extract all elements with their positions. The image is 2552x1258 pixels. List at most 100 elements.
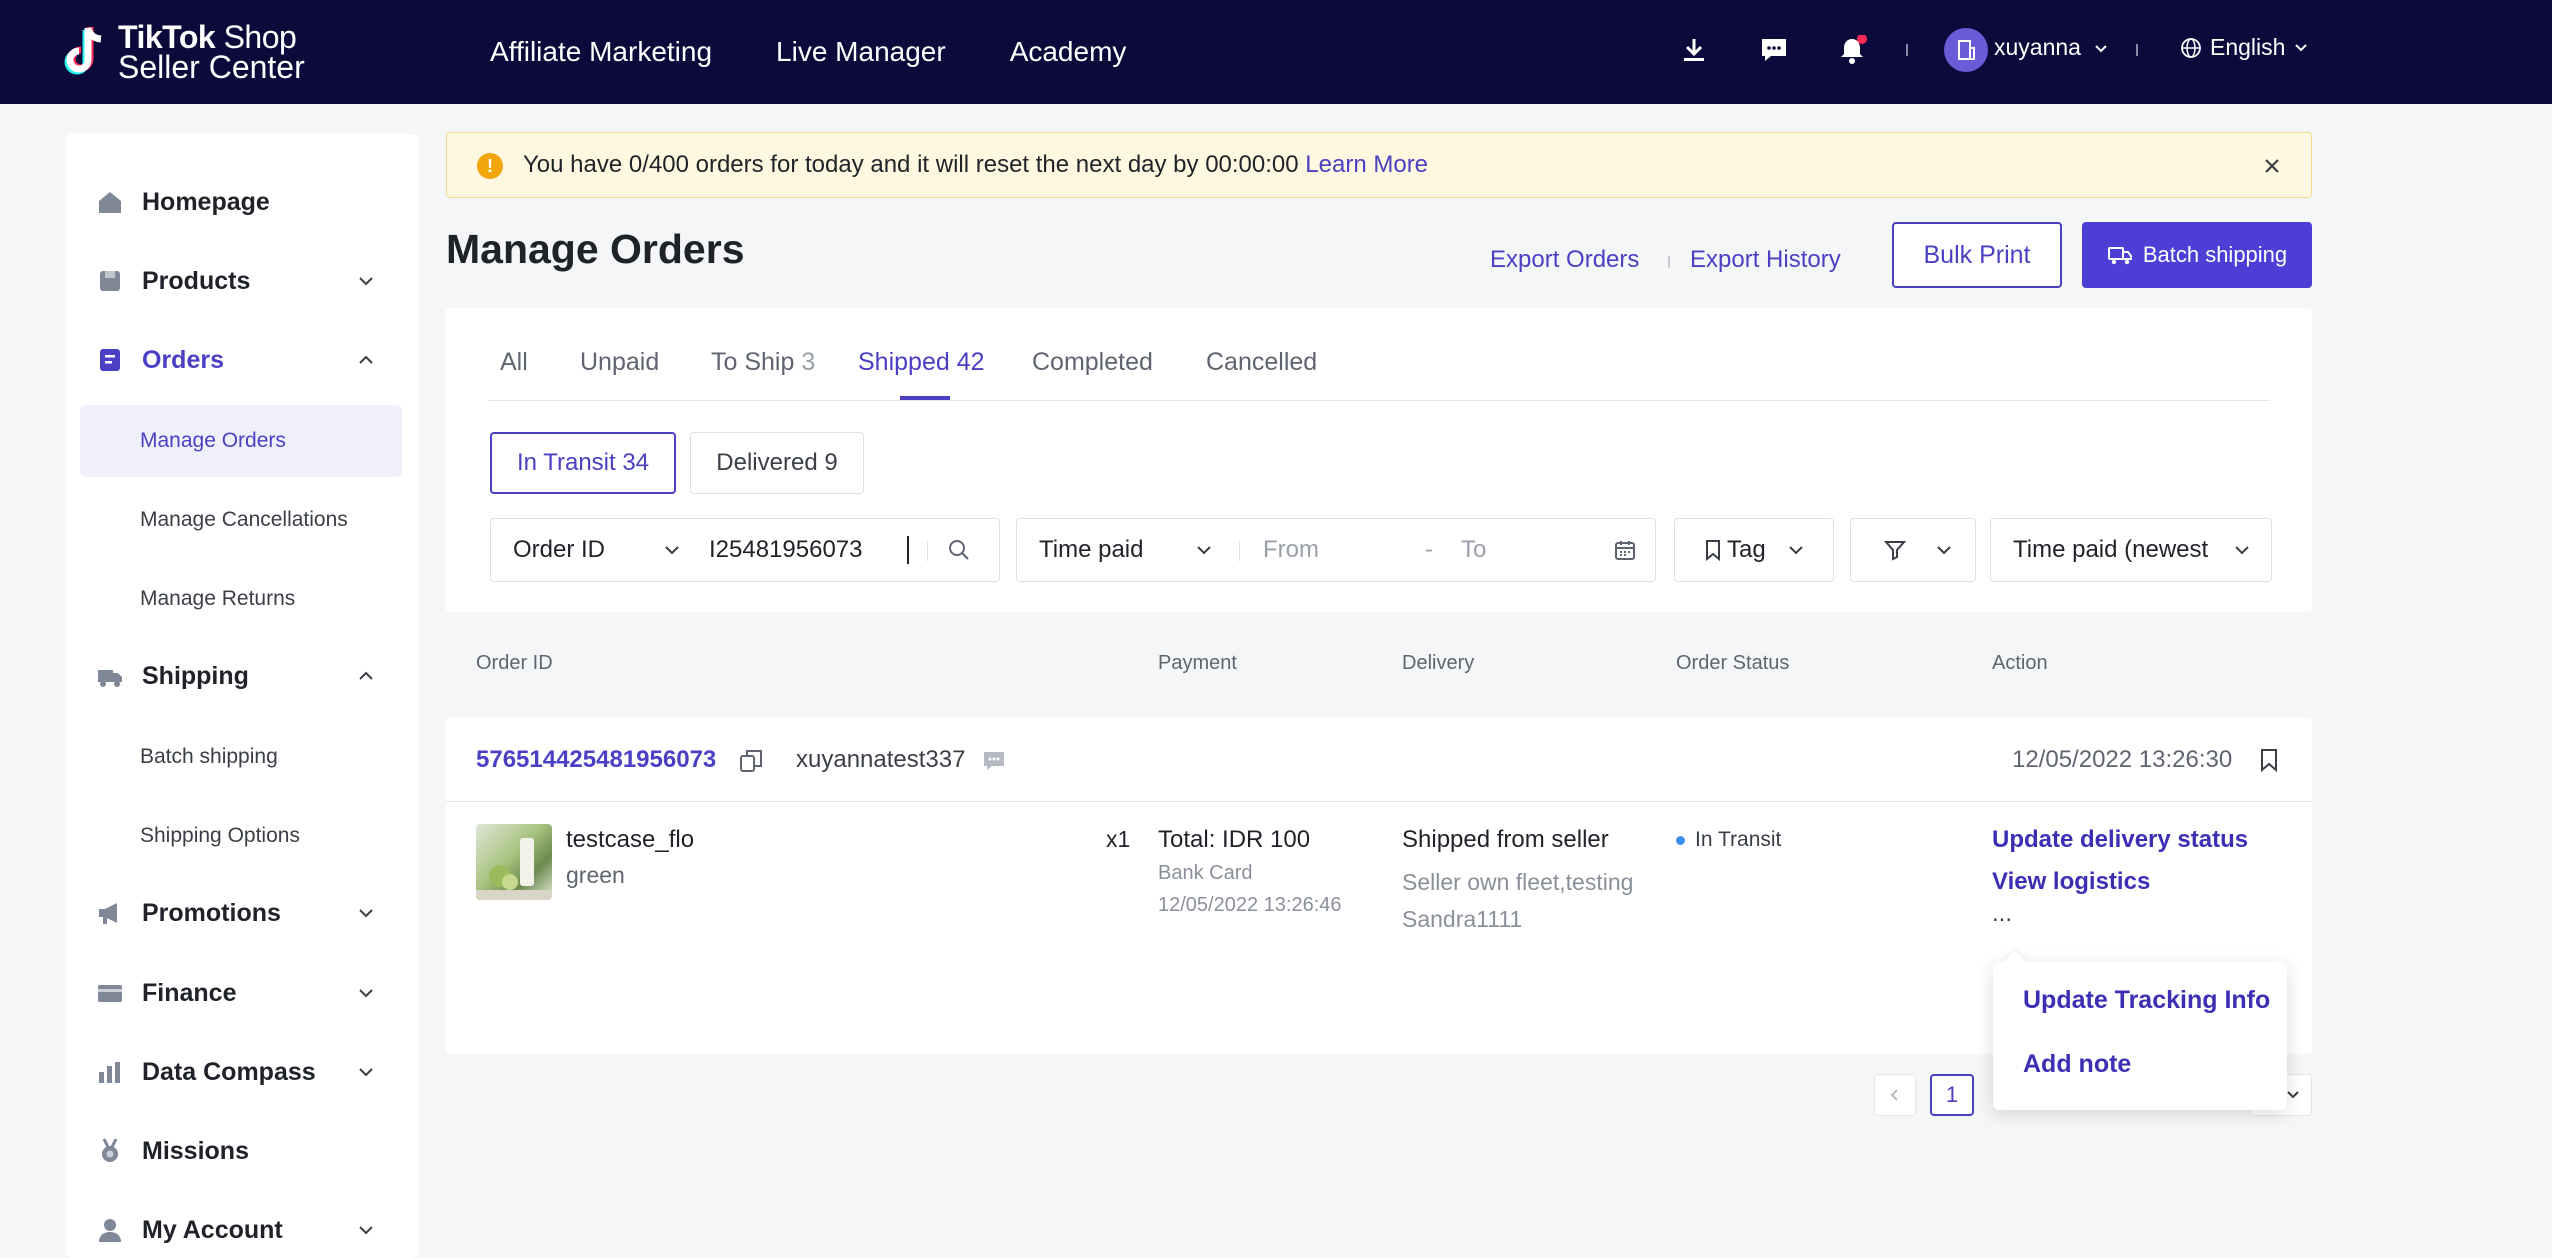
tab-label: Completed bbox=[1032, 348, 1153, 376]
tab-label: All bbox=[500, 348, 528, 376]
orders-table-header: Order ID Payment Delivery Order Status A… bbox=[446, 636, 2312, 692]
tag-filter[interactable]: Tag bbox=[1674, 518, 1834, 582]
divider bbox=[2136, 44, 2138, 56]
product-name[interactable]: testcase_flo bbox=[566, 826, 694, 854]
tab-count: 42 bbox=[956, 348, 985, 376]
search-type-value: Order ID bbox=[513, 536, 606, 563]
sidebar-subitem-label: Manage Orders bbox=[140, 429, 286, 452]
building-icon bbox=[1958, 40, 1975, 60]
sidebar-subitem-batch-shipping[interactable]: Batch shipping bbox=[80, 721, 402, 793]
tab-unpaid[interactable]: Unpaid bbox=[580, 348, 659, 377]
chevron-down-icon bbox=[359, 909, 373, 918]
more-actions-button[interactable]: ... bbox=[1992, 900, 2012, 928]
chat-icon[interactable] bbox=[982, 750, 1006, 772]
chevron-down-icon bbox=[359, 277, 373, 286]
calendar-icon[interactable] bbox=[1613, 538, 1637, 562]
nav-affiliate-marketing[interactable]: Affiliate Marketing bbox=[490, 36, 712, 68]
sidebar-item-my-account[interactable]: My Account bbox=[66, 1198, 418, 1258]
close-icon[interactable] bbox=[2259, 153, 2285, 179]
download-icon[interactable] bbox=[1674, 30, 1714, 70]
search-icon[interactable] bbox=[947, 538, 971, 562]
tab-completed[interactable]: Completed bbox=[1032, 348, 1153, 377]
bulk-print-button[interactable]: Bulk Print bbox=[1892, 222, 2062, 288]
sidebar-subitem-manage-cancellations[interactable]: Manage Cancellations bbox=[80, 484, 402, 556]
learn-more-link[interactable]: Learn More bbox=[1305, 151, 1428, 178]
sidebar-item-shipping[interactable]: Shipping bbox=[66, 644, 418, 708]
medal-icon bbox=[102, 1138, 118, 1162]
date-to-input[interactable]: To bbox=[1461, 536, 1486, 564]
chevron-down-icon bbox=[1789, 546, 1803, 555]
sidebar-item-orders[interactable]: Orders bbox=[66, 328, 418, 392]
home-icon bbox=[99, 192, 121, 213]
tab-shipped[interactable]: Shipped 42 bbox=[858, 348, 985, 377]
status-dot bbox=[1676, 835, 1685, 845]
sidebar-item-products[interactable]: Products bbox=[66, 249, 418, 313]
sidebar-subitem-manage-orders[interactable]: Manage Orders bbox=[80, 405, 402, 477]
column-header: Payment bbox=[1158, 652, 1237, 674]
sidebar-item-promotions[interactable]: Promotions bbox=[66, 881, 418, 945]
tab-cancelled[interactable]: Cancelled bbox=[1206, 348, 1317, 377]
divider bbox=[1668, 256, 1670, 268]
truck-icon bbox=[98, 670, 122, 687]
time-type-select[interactable]: Time paid bbox=[1039, 536, 1143, 564]
subtab-delivered[interactable]: Delivered 9 bbox=[690, 432, 864, 494]
order-id-link[interactable]: 576514425481956073 bbox=[476, 746, 716, 774]
menu-item-update-tracking-info[interactable]: Update Tracking Info bbox=[2023, 986, 2270, 1015]
pagination-page[interactable]: 1 bbox=[1930, 1074, 1974, 1116]
person-icon bbox=[99, 1219, 121, 1242]
sidebar-item-label: Finance bbox=[142, 978, 237, 1007]
payment-method: Bank Card bbox=[1158, 862, 1253, 884]
nav-live-manager[interactable]: Live Manager bbox=[776, 36, 946, 68]
divider bbox=[1239, 541, 1240, 561]
pagination-prev[interactable] bbox=[1874, 1074, 1916, 1116]
menu-item-add-note[interactable]: Add note bbox=[2023, 1050, 2131, 1079]
search-input[interactable]: I25481956073 bbox=[709, 536, 909, 564]
divider bbox=[1906, 44, 1908, 56]
sidebar-item-missions[interactable]: Missions bbox=[66, 1119, 418, 1183]
product-thumbnail[interactable] bbox=[476, 824, 552, 900]
bookmark-icon[interactable] bbox=[2258, 748, 2280, 772]
date-from-input[interactable]: From bbox=[1263, 536, 1319, 564]
tab-to-ship[interactable]: To Ship 3 bbox=[711, 348, 815, 377]
tag-label: Tag bbox=[1727, 536, 1766, 563]
view-logistics-link[interactable]: View logistics bbox=[1992, 868, 2150, 896]
export-history-link[interactable]: Export History bbox=[1690, 246, 1841, 274]
sidebar-item-label: My Account bbox=[142, 1215, 283, 1244]
language-selector[interactable]: English bbox=[2180, 34, 2309, 61]
sidebar-item-homepage[interactable]: Homepage bbox=[66, 170, 418, 234]
sidebar-item-finance[interactable]: Finance bbox=[66, 961, 418, 1025]
subtab-in-transit[interactable]: In Transit 34 bbox=[490, 432, 676, 494]
notification-bell-icon[interactable] bbox=[1832, 30, 1872, 70]
language-label: English bbox=[2210, 34, 2286, 60]
sort-select[interactable]: Time paid (newest bbox=[1990, 518, 2272, 582]
notice-text: You have 0/400 orders for today and it w… bbox=[523, 151, 1428, 179]
time-type-value: Time paid bbox=[1039, 536, 1144, 563]
message-icon[interactable] bbox=[1754, 30, 1794, 70]
sidebar-item-label: Products bbox=[142, 266, 251, 295]
chevron-down-icon bbox=[1937, 546, 1951, 555]
tiktok-shop-logo[interactable]: TikTok Shop Seller Center bbox=[64, 18, 305, 86]
search-type-select[interactable]: Order ID bbox=[513, 536, 605, 564]
avatar[interactable] bbox=[1944, 28, 1988, 72]
delivery-tracking: Sandra1111 bbox=[1402, 906, 1523, 932]
delivery-carrier: Seller own fleet,testing bbox=[1402, 869, 1634, 895]
more-filters-dropdown[interactable] bbox=[1850, 518, 1976, 582]
copy-icon[interactable] bbox=[738, 748, 764, 774]
filter-icon bbox=[1883, 541, 1907, 561]
sidebar: Homepage Products Orders Manage Orders M… bbox=[66, 134, 418, 1258]
order-search-box: Order ID I25481956073 bbox=[490, 518, 1000, 582]
chevron-down-icon bbox=[2287, 1091, 2299, 1099]
box-icon bbox=[100, 271, 120, 291]
sidebar-item-label: Orders bbox=[142, 345, 224, 374]
tab-all[interactable]: All bbox=[500, 348, 528, 377]
export-orders-link[interactable]: Export Orders bbox=[1490, 246, 1639, 274]
nav-academy[interactable]: Academy bbox=[1010, 36, 1127, 68]
username[interactable]: xuyanna bbox=[1994, 34, 2109, 61]
update-delivery-status-link[interactable]: Update delivery status bbox=[1992, 826, 2248, 854]
sidebar-subitem-shipping-options[interactable]: Shipping Options bbox=[80, 800, 402, 872]
sidebar-subitem-manage-returns[interactable]: Manage Returns bbox=[80, 563, 402, 635]
sidebar-item-data-compass[interactable]: Data Compass bbox=[66, 1040, 418, 1104]
column-header: Action bbox=[1992, 652, 2048, 674]
tab-count: 3 bbox=[801, 348, 816, 376]
batch-shipping-button[interactable]: Batch shipping bbox=[2082, 222, 2312, 288]
